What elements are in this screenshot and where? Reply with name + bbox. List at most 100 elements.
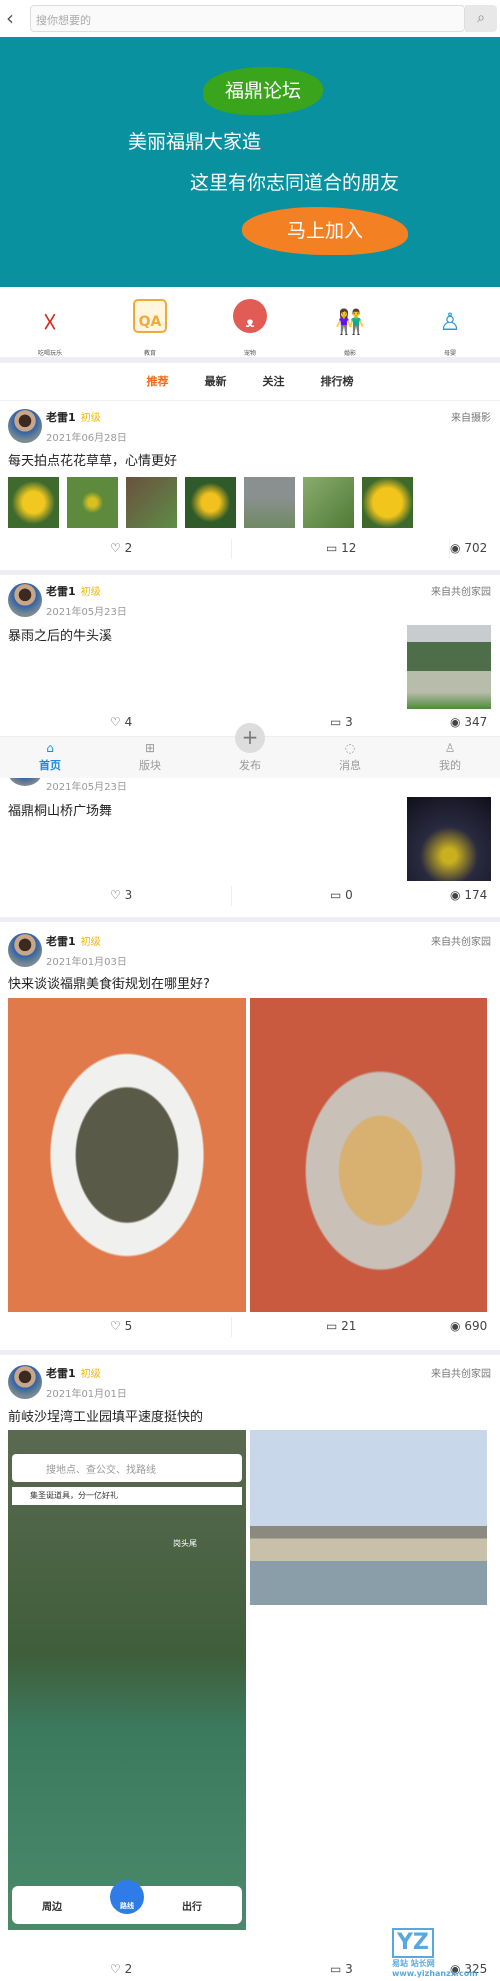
comment-button[interactable]: ▭ 3 bbox=[330, 715, 353, 729]
post-image[interactable] bbox=[407, 797, 491, 881]
banner[interactable]: 福鼎论坛 美丽福鼎大家造 这里有你志同道合的朋友 马上加入 bbox=[0, 37, 500, 287]
nav-home[interactable]: ⌂ 首页 bbox=[0, 737, 100, 778]
comment-button[interactable]: ▭ 21 bbox=[326, 1319, 356, 1333]
tab-recommend[interactable]: 推荐 bbox=[147, 373, 169, 400]
search-input[interactable]: 搜你想要的 bbox=[30, 5, 465, 32]
view-count: ◉ 690 bbox=[450, 1319, 488, 1333]
mother-baby-icon: ♙ bbox=[439, 308, 461, 336]
author-name[interactable]: 老雷1 初级 bbox=[46, 409, 101, 425]
comment-icon: ▭ bbox=[326, 1319, 338, 1333]
post-source[interactable]: 来自摄影 bbox=[451, 409, 491, 424]
post-card[interactable]: 老雷1 初级 2021年05月23日 来自共创家园 暴雨之后的牛头溪 ♡ 4 ▭ … bbox=[0, 575, 500, 736]
post-image[interactable] bbox=[126, 477, 177, 528]
divider bbox=[231, 886, 232, 906]
view-count: ◉ 347 bbox=[450, 715, 488, 729]
category-label: 母婴 bbox=[443, 350, 456, 357]
plus-icon[interactable]: + bbox=[235, 723, 265, 753]
post-image[interactable] bbox=[185, 477, 236, 528]
level-badge: 初级 bbox=[80, 413, 101, 424]
author-name[interactable]: 老雷1 初级 bbox=[46, 583, 101, 599]
post-date: 2021年01月01日 bbox=[46, 1389, 127, 1400]
post-source[interactable]: 来自共创家园 bbox=[431, 1365, 491, 1380]
category-label: 婚影 bbox=[343, 350, 356, 357]
image-strip bbox=[8, 477, 413, 528]
author-name[interactable]: 老雷1 初级 bbox=[46, 1365, 101, 1381]
post-image[interactable] bbox=[407, 625, 491, 709]
comment-icon: ▭ bbox=[330, 1962, 342, 1976]
divider bbox=[231, 1317, 232, 1337]
post-image[interactable] bbox=[250, 998, 487, 1312]
view-count: ◉ 174 bbox=[450, 888, 488, 902]
post-card[interactable]: 老雷1 初级 2021年01月03日 来自共创家园 快来谈谈福鼎美食街规划在哪里好… bbox=[0, 922, 500, 1350]
post-title[interactable]: 快来谈谈福鼎美食街规划在哪里好? bbox=[8, 973, 210, 992]
category-wedding[interactable]: 👫 婚影 bbox=[300, 287, 400, 357]
avatar[interactable] bbox=[8, 583, 42, 617]
tab-follow[interactable]: 关注 bbox=[263, 373, 285, 400]
category-label: 宠物 bbox=[243, 350, 256, 357]
comment-button[interactable]: ▭ 0 bbox=[330, 888, 353, 902]
grid-icon: ⊞ bbox=[144, 741, 156, 755]
like-button[interactable]: ♡ 3 bbox=[110, 888, 132, 902]
level-badge: 初级 bbox=[80, 937, 101, 948]
banner-line2: 这里有你志同道合的朋友 bbox=[190, 172, 400, 194]
like-button[interactable]: ♡ 2 bbox=[110, 1962, 132, 1976]
category-food-fun[interactable]: ☓ 吃喝玩乐 bbox=[0, 287, 100, 358]
post-image[interactable] bbox=[303, 477, 354, 528]
heart-icon: ♡ bbox=[110, 715, 121, 729]
heart-icon: ♡ bbox=[110, 888, 121, 902]
author-name[interactable]: 老雷1 初级 bbox=[46, 933, 101, 949]
avatar[interactable] bbox=[8, 1365, 42, 1399]
post-card[interactable]: 老雷1 初级 2021年01月01日 来自共创家园 前岐沙埕湾工业园填平速度挺快的… bbox=[0, 1355, 500, 1981]
comment-icon: ▭ bbox=[330, 888, 342, 902]
nav-boards[interactable]: ⊞ 版块 bbox=[100, 737, 200, 778]
nav-profile[interactable]: ♙ 我的 bbox=[400, 737, 500, 778]
person-jump-icon: ☓ bbox=[42, 305, 58, 339]
post-card[interactable]: 2021年05月23日 福鼎桐山桥广场舞 ♡ 3 ▭ 0 ◉ 174 bbox=[0, 758, 500, 915]
comment-button[interactable]: ▭ 12 bbox=[326, 541, 356, 555]
post-image[interactable] bbox=[8, 998, 246, 1312]
like-button[interactable]: ♡ 2 bbox=[110, 541, 132, 555]
post-source[interactable]: 来自共创家园 bbox=[431, 933, 491, 948]
post-title[interactable]: 前岐沙埕湾工业园填平速度挺快的 bbox=[8, 1406, 203, 1425]
header: ‹ 搜你想要的 ⌕ bbox=[0, 0, 500, 37]
tab-latest[interactable]: 最新 bbox=[205, 373, 227, 400]
chevron-left-icon[interactable]: ‹ bbox=[6, 6, 14, 30]
map-bottom-bar: 周边 路线 出行 bbox=[12, 1880, 242, 1924]
avatar[interactable] bbox=[8, 409, 42, 443]
tab-ranking[interactable]: 排行榜 bbox=[321, 373, 354, 400]
like-button[interactable]: ♡ 4 bbox=[110, 715, 132, 729]
post-card[interactable]: 老雷1 初级 2021年06月28日 来自摄影 每天拍点花花草草，心情更好 ♡ 2… bbox=[0, 400, 500, 570]
category-pets[interactable]: ᴥ 宠物 bbox=[200, 287, 300, 357]
map-travel: 出行 bbox=[182, 1902, 202, 1913]
user-icon: ♙ bbox=[444, 741, 456, 755]
post-title[interactable]: 福鼎桐山桥广场舞 bbox=[8, 800, 112, 819]
nav-messages[interactable]: ◌ 消息 bbox=[300, 737, 400, 778]
post-image[interactable] bbox=[8, 477, 59, 528]
post-image[interactable] bbox=[362, 477, 413, 528]
qa-icon: QA bbox=[133, 299, 167, 333]
map-screenshot-image[interactable]: 搜地点、查公交、找路线 集圣诞道具，分一亿好礼 岗头尾 周边 路线 出行 bbox=[8, 1430, 246, 1930]
avatar[interactable] bbox=[8, 933, 42, 967]
heart-icon: ♡ bbox=[110, 1319, 121, 1333]
post-image[interactable] bbox=[67, 477, 118, 528]
join-button[interactable]: 马上加入 bbox=[242, 207, 408, 255]
map-notice: 集圣诞道具，分一亿好礼 bbox=[12, 1487, 242, 1505]
view-count: ◉ 702 bbox=[450, 541, 488, 555]
category-mother-baby[interactable]: ♙ 母婴 bbox=[400, 287, 500, 357]
post-date: 2021年06月28日 bbox=[46, 433, 127, 444]
map-nearby: 周边 bbox=[42, 1902, 62, 1913]
post-date: 2021年05月23日 bbox=[46, 782, 127, 793]
post-image[interactable] bbox=[250, 1430, 487, 1605]
like-button[interactable]: ♡ 5 bbox=[110, 1319, 132, 1333]
feed-tabs: 推荐 最新 关注 排行榜 bbox=[0, 363, 500, 400]
post-image[interactable] bbox=[244, 477, 295, 528]
post-title[interactable]: 每天拍点花花草草，心情更好 bbox=[8, 450, 177, 469]
comment-icon: ▭ bbox=[330, 715, 342, 729]
search-icon[interactable]: ⌕ bbox=[465, 5, 497, 32]
category-education[interactable]: QA 教育 bbox=[100, 287, 200, 357]
category-row: ☓ 吃喝玩乐 QA 教育 ᴥ 宠物 👫 婚影 ♙ 母婴 bbox=[0, 287, 500, 357]
post-title[interactable]: 暴雨之后的牛头溪 bbox=[8, 625, 112, 644]
watermark-logo: YZ 易站 站长网 www.yizhanzx.com bbox=[392, 1928, 478, 1978]
post-source[interactable]: 来自共创家园 bbox=[431, 583, 491, 598]
comment-button[interactable]: ▭ 3 bbox=[330, 1962, 353, 1976]
